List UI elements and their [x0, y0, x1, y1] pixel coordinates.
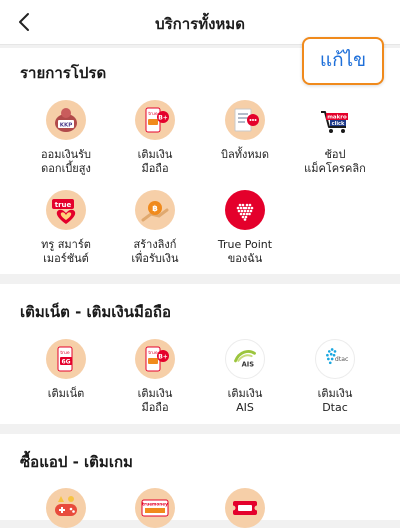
ais-text: AIS — [242, 361, 255, 369]
kkp-piggy-icon: KKP — [46, 100, 86, 140]
favorite-label: เติมเงิน มือถือ — [137, 148, 173, 175]
kkp-text: KKP — [60, 123, 73, 129]
dtac-icon: dtac — [315, 339, 355, 379]
favorite-item-payment-link[interactable]: ฿ สร้างลิงก์ เพื่อรับเงิน — [110, 190, 200, 266]
topup-item-dtac[interactable]: dtac เติมเงิน Dtac — [290, 339, 380, 415]
favorite-item-bills[interactable]: บิลทั้งหมด — [200, 100, 290, 162]
bplus-text: B+ — [158, 354, 168, 361]
ais-icon: AIS — [225, 339, 265, 379]
apps-item-truemoney-card[interactable]: truemoney — [110, 488, 200, 528]
favorite-label: ช้อป แม็คโครคลิก — [304, 148, 366, 175]
page-title: บริการทั้งหมด — [155, 15, 245, 33]
topup-label: เติมเน็ต — [47, 387, 85, 400]
payment-link-icon: ฿ — [135, 190, 175, 230]
topup-item-mobile[interactable]: true B+ เติมเงิน มือถือ — [110, 339, 200, 415]
topup-item-data[interactable]: true 6G เติมเน็ต — [21, 339, 111, 401]
true-small-text: true — [148, 350, 157, 356]
topup-label: เติมเงิน AIS — [227, 387, 263, 414]
apps-item-ticket[interactable] — [200, 488, 290, 528]
section-title: ซื้อแอป - เติมเกม — [20, 453, 133, 471]
makro-text: makro — [327, 115, 347, 121]
apps-games-section: ซื้อแอป - เติมเกม truemoney — [0, 434, 400, 528]
truemoney-text: truemoney — [142, 502, 168, 507]
truemoney-card-icon: truemoney — [135, 488, 175, 528]
sixg-text: 6G — [61, 359, 70, 366]
favorite-item-mobile-topup[interactable]: true B+ เติมเงิน มือถือ — [110, 100, 200, 176]
svg-text:฿: ฿ — [152, 204, 158, 213]
true-smart-merchant-icon: true — [46, 190, 86, 230]
edit-button[interactable]: แก้ไข — [302, 37, 384, 85]
favorite-label: ออมเงินรับ ดอกเบี้ยสูง — [40, 148, 91, 175]
topup-label: เติมเงิน มือถือ — [137, 387, 173, 414]
favorite-label: ทรู สมาร์ต เมอร์ชันต์ — [41, 238, 91, 265]
favorite-item-true-point[interactable]: True Point ของฉัน — [200, 190, 290, 266]
data-topup-icon: true 6G — [46, 339, 86, 379]
section-title: รายการโปรด — [20, 64, 107, 82]
favorite-item-smart-merchant[interactable]: true ทรู สมาร์ต เมอร์ชันต์ — [21, 190, 111, 266]
favorite-label: True Point ของฉัน — [217, 238, 273, 265]
topup-label: เติมเงิน Dtac — [317, 387, 353, 414]
game-icon — [46, 488, 86, 528]
makro-click-icon: makro click — [315, 100, 355, 140]
bplus-text: B+ — [158, 115, 168, 122]
phone-topup-icon: true B+ — [135, 339, 175, 379]
true-brand-text: true — [55, 201, 72, 209]
section-title: เติมเน็ต - เติมเงินมือถือ — [20, 303, 171, 321]
true-point-icon — [225, 190, 265, 230]
apps-item-game[interactable] — [21, 488, 111, 528]
topup-item-ais[interactable]: AIS เติมเงิน AIS — [200, 339, 290, 415]
favorite-item-savings[interactable]: KKP ออมเงินรับ ดอกเบี้ยสูง — [21, 100, 111, 176]
true-small-text: true — [148, 111, 157, 117]
dtac-text: dtac — [335, 356, 348, 363]
favorite-item-makro[interactable]: makro click ช้อป แม็คโครคลิก — [290, 100, 380, 176]
ticket-icon — [225, 488, 265, 528]
favorite-label: บิลทั้งหมด — [221, 148, 269, 161]
true-small-text: true — [60, 350, 69, 356]
phone-topup-icon: true B+ — [135, 100, 175, 140]
topup-section: เติมเน็ต - เติมเงินมือถือ true 6G เติมเน… — [0, 284, 400, 424]
click-text: click — [332, 121, 345, 127]
bill-icon — [225, 100, 265, 140]
favorite-label: สร้างลิงก์ เพื่อรับเงิน — [131, 238, 179, 265]
